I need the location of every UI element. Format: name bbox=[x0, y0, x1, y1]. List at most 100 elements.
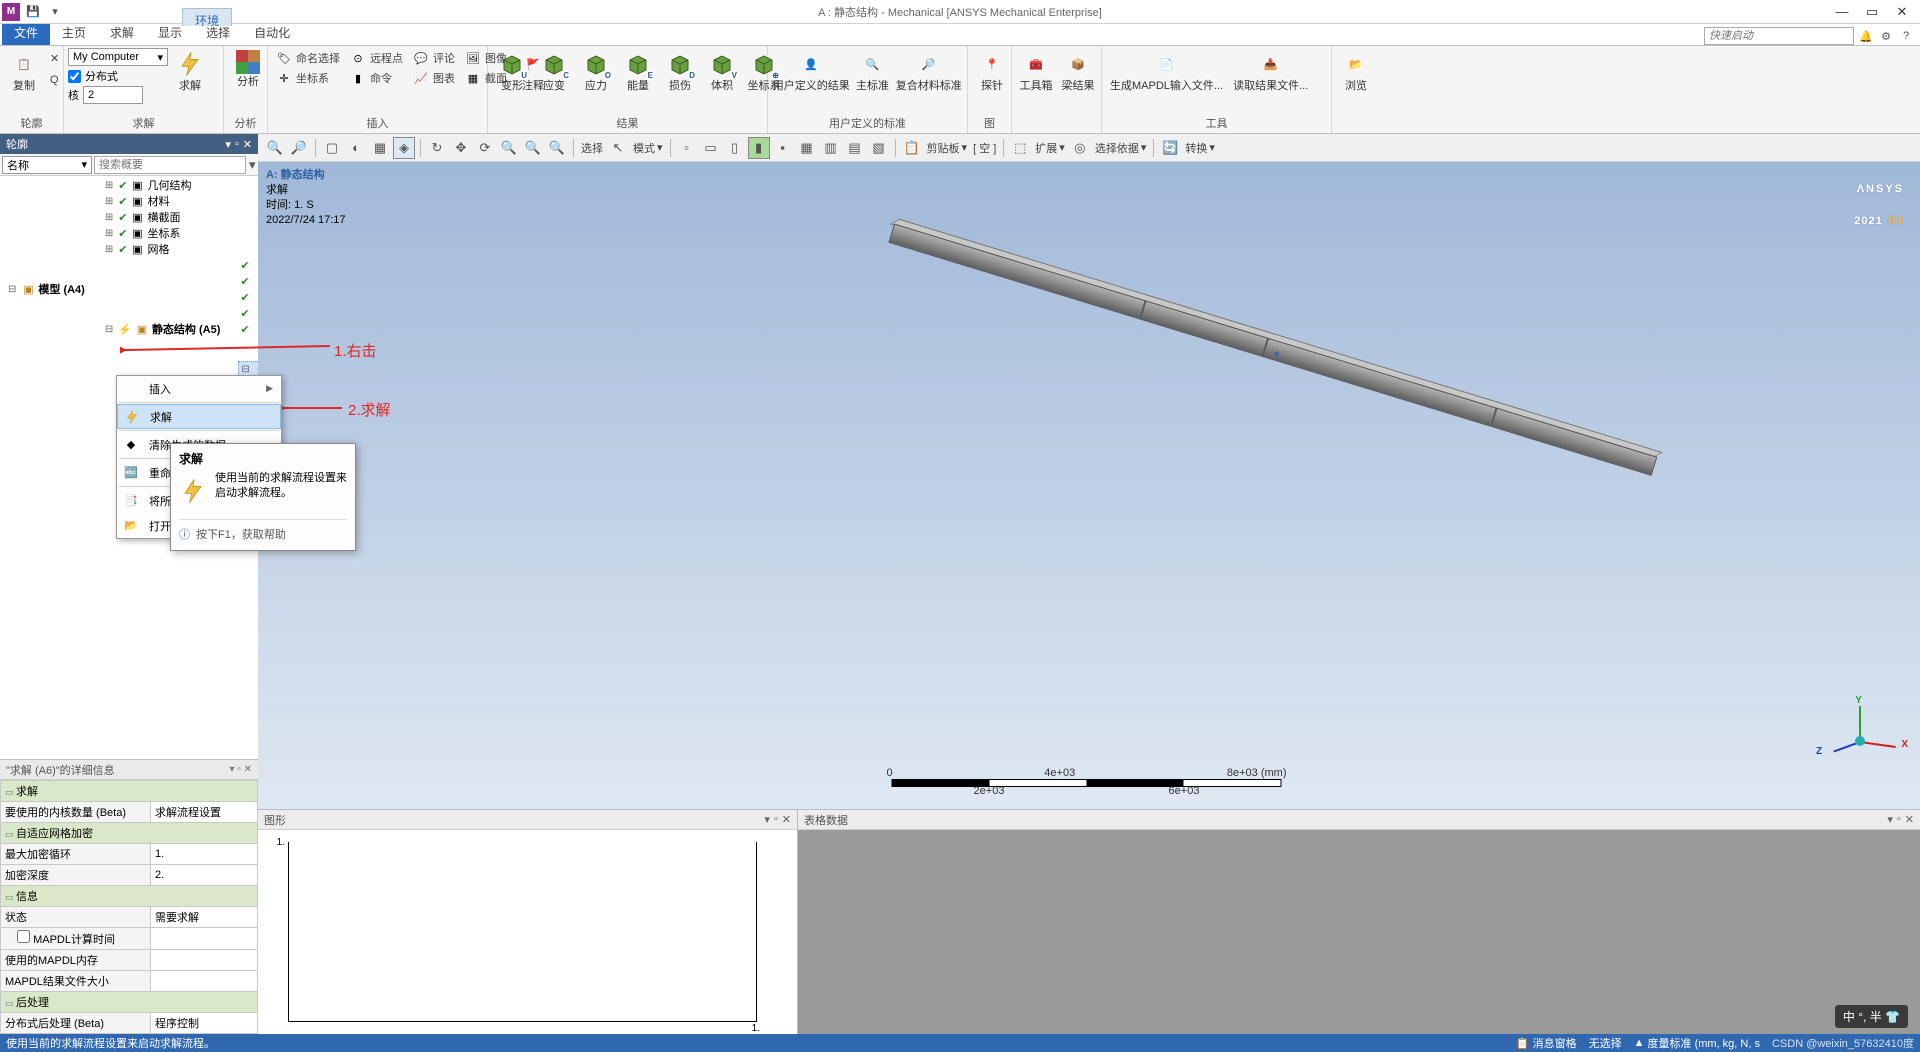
result-能量[interactable]: E能量 bbox=[618, 48, 658, 94]
box-icon[interactable]: ▢ bbox=[321, 137, 343, 159]
result-应力[interactable]: O应力 bbox=[576, 48, 616, 94]
convert-label[interactable]: 转换 ▾ bbox=[1183, 140, 1217, 156]
duplicate-button[interactable]: 📋 复制 bbox=[4, 48, 44, 94]
table-data-area[interactable] bbox=[798, 830, 1920, 1034]
shaded-icon[interactable]: ◐ bbox=[345, 137, 367, 159]
convert-icon[interactable]: 🔄 bbox=[1159, 137, 1181, 159]
named-selection-button[interactable]: 🏷命名选择 bbox=[272, 48, 344, 68]
minimize-button[interactable]: — bbox=[1830, 3, 1854, 21]
cores-input[interactable]: 2 bbox=[83, 86, 143, 104]
beam-result-button[interactable]: 📦梁结果 bbox=[1058, 48, 1098, 94]
sel-elem-icon[interactable]: ▦ bbox=[796, 137, 818, 159]
sel-more1-icon[interactable]: ▥ bbox=[820, 137, 842, 159]
analyze-button[interactable]: 分析 bbox=[228, 48, 268, 90]
zoom3-icon[interactable]: 🔍 bbox=[522, 137, 544, 159]
pin2-icon[interactable]: ▾ bbox=[764, 813, 770, 826]
sel-face-icon[interactable]: ▯ bbox=[724, 137, 746, 159]
tree-node[interactable]: ✔▫力 bbox=[238, 290, 258, 306]
coord-sys-button[interactable]: ✛坐标系 bbox=[272, 68, 344, 88]
tree-node[interactable]: ✔▣网格 bbox=[103, 242, 172, 258]
distributed-checkbox[interactable] bbox=[68, 70, 81, 83]
zoom-fit-icon[interactable]: 🔍 bbox=[264, 137, 286, 159]
status-units[interactable]: ▲ 度量标准 (mm, kg, N, s bbox=[1634, 1035, 1760, 1051]
iso-icon[interactable]: ◈ bbox=[393, 137, 415, 159]
float-icon[interactable]: ▫ bbox=[235, 138, 239, 151]
sel-node-icon[interactable]: ▪ bbox=[772, 137, 794, 159]
settings-icon[interactable]: ⚙ bbox=[1878, 28, 1894, 44]
pin3-icon[interactable]: ▾ bbox=[1887, 813, 1893, 826]
zoom4-icon[interactable]: 🔍 bbox=[546, 137, 568, 159]
tab-automation[interactable]: 自动化 bbox=[242, 21, 302, 45]
restore-button[interactable]: ▭ bbox=[1860, 3, 1884, 21]
q-button[interactable]: Q bbox=[46, 70, 63, 90]
details-depth-value[interactable]: 2. bbox=[151, 865, 258, 886]
details-maxloops-value[interactable]: 1. bbox=[151, 844, 258, 865]
tree-node[interactable]: ✔▫固定支撑 bbox=[238, 274, 258, 290]
sel-vertex-icon[interactable]: ▫ bbox=[676, 137, 698, 159]
close-panel-icon[interactable]: ✕ bbox=[243, 138, 252, 151]
help-icon[interactable]: ? bbox=[1898, 28, 1914, 44]
solve-button[interactable]: 求解 bbox=[170, 48, 210, 94]
browse-button[interactable]: 📂浏览 bbox=[1336, 48, 1376, 94]
pin-icon[interactable]: ▾ bbox=[225, 138, 231, 151]
toolbox-button[interactable]: 🧰工具箱 bbox=[1016, 48, 1056, 94]
float3-icon[interactable]: ▫ bbox=[1897, 813, 1901, 826]
expand-label[interactable]: 扩展 ▾ bbox=[1033, 140, 1067, 156]
sel-edge-icon[interactable]: ▭ bbox=[700, 137, 722, 159]
tree-node[interactable]: ✔▫固定支撑 2 bbox=[238, 306, 258, 322]
read-result-button[interactable]: 📥读取结果文件... bbox=[1229, 48, 1312, 94]
context-tab-environment[interactable]: 环境 bbox=[182, 8, 232, 26]
pan-icon[interactable]: ✥ bbox=[450, 137, 472, 159]
selby-icon[interactable]: ◎ bbox=[1069, 137, 1091, 159]
axis-triad[interactable]: Y X Z bbox=[1820, 701, 1900, 781]
clipboard-label[interactable]: 剪贴板 ▾ bbox=[925, 140, 970, 156]
search-go-icon[interactable]: ▾ bbox=[248, 154, 257, 176]
close-button[interactable]: ✕ bbox=[1890, 3, 1914, 21]
details-cores-value[interactable]: 求解流程设置 bbox=[151, 802, 258, 823]
ctx-insert[interactable]: 插入▶ bbox=[117, 376, 281, 401]
tree-node[interactable]: ✔▣材料 bbox=[103, 194, 172, 210]
composite-criteria-button[interactable]: 🔎复合材料标准 bbox=[895, 48, 963, 94]
user-result-button[interactable]: 👤用户定义的结果 bbox=[772, 48, 851, 94]
file-tab[interactable]: 文件 bbox=[2, 21, 50, 45]
comment-button[interactable]: 💬评论 bbox=[409, 48, 459, 68]
chart-button[interactable]: 📈图表 bbox=[409, 68, 459, 88]
tab-solve[interactable]: 求解 bbox=[98, 21, 146, 45]
sel-body-icon[interactable]: ▮ bbox=[748, 137, 770, 159]
command-button[interactable]: ▮命令 bbox=[346, 68, 407, 88]
ctx-solve[interactable]: 求解 bbox=[117, 404, 281, 429]
delete-button[interactable]: ✕ bbox=[46, 48, 63, 68]
tree-static-structural[interactable]: ⚡▣静态结构 (A5) bbox=[103, 322, 223, 338]
main-criteria-button[interactable]: 🔍主标准 bbox=[853, 48, 893, 94]
details-distpost-value[interactable]: 程序控制 bbox=[151, 1013, 258, 1034]
3d-viewport[interactable]: A: 静态结构 求解 时间: 1. S 2022/7/24 17:17 ΛNSY… bbox=[258, 162, 1920, 809]
tab-home[interactable]: 主页 bbox=[50, 21, 98, 45]
outline-search-input[interactable] bbox=[94, 156, 246, 174]
quick-launch-input[interactable] bbox=[1704, 27, 1854, 45]
tree-node[interactable]: ✔▣横截面 bbox=[103, 210, 183, 226]
result-应变[interactable]: C应变 bbox=[534, 48, 574, 94]
save-icon[interactable]: 💾 bbox=[24, 3, 42, 21]
probe-button[interactable]: 📍探针 bbox=[972, 48, 1012, 94]
result-体积[interactable]: V体积 bbox=[702, 48, 742, 94]
qat-dropdown-icon[interactable]: ▾ bbox=[46, 3, 64, 21]
float2-icon[interactable]: ▫ bbox=[774, 813, 778, 826]
tree-node[interactable]: ✔▣坐标系 bbox=[103, 226, 183, 242]
zoom2-icon[interactable]: 🔍 bbox=[498, 137, 520, 159]
filter-type-combo[interactable]: 名称▾ bbox=[2, 156, 92, 174]
tree-node[interactable]: ✔▫分析设置 bbox=[238, 258, 258, 274]
sel-more2-icon[interactable]: ▤ bbox=[844, 137, 866, 159]
zoom-icon[interactable]: 🔎 bbox=[288, 137, 310, 159]
close2-icon[interactable]: ✕ bbox=[782, 813, 791, 826]
chart-area[interactable]: 1. 1. bbox=[258, 830, 797, 1034]
status-messages[interactable]: 📋 消息窗格 bbox=[1516, 1035, 1577, 1051]
notification-icon[interactable]: 🔔 bbox=[1858, 28, 1874, 44]
result-损伤[interactable]: D损伤 bbox=[660, 48, 700, 94]
tree-node[interactable]: ✔▣几何结构 bbox=[103, 178, 194, 194]
clip-icon[interactable]: 📋 bbox=[901, 137, 923, 159]
tree-node[interactable]: ✔▫力 2 bbox=[238, 322, 258, 338]
close3-icon[interactable]: ✕ bbox=[1905, 813, 1914, 826]
selby-label[interactable]: 选择依据 ▾ bbox=[1093, 140, 1149, 156]
gen-mapdl-button[interactable]: 📄生成MAPDL输入文件... bbox=[1106, 48, 1227, 94]
expand-icon[interactable]: ⬚ bbox=[1009, 137, 1031, 159]
